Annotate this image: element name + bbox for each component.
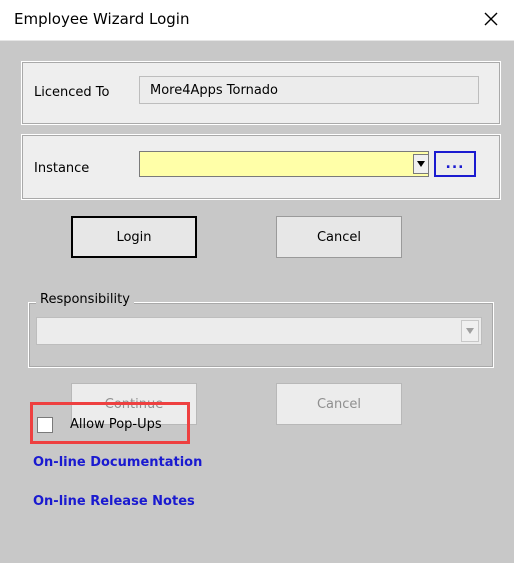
close-icon	[484, 12, 498, 26]
responsibility-legend: Responsibility	[36, 292, 134, 307]
dialog-body: Licenced To More4Apps Tornado Instance .…	[0, 41, 514, 563]
chevron-down-icon	[466, 328, 474, 334]
online-documentation-link[interactable]: On-line Documentation	[33, 455, 202, 470]
window-title: Employee Wizard Login	[14, 10, 190, 28]
allow-popups-checkbox[interactable]	[37, 417, 53, 433]
instance-dropdown-button[interactable]	[413, 154, 429, 174]
instance-panel: Instance ...	[21, 134, 501, 200]
responsibility-dropdown-button	[461, 320, 479, 342]
allow-popups-label[interactable]: Allow Pop-Ups	[70, 417, 162, 432]
instance-combo[interactable]	[139, 151, 429, 177]
license-label: Licenced To	[34, 85, 110, 100]
responsibility-combo	[36, 317, 482, 345]
close-button[interactable]	[476, 4, 506, 34]
instance-browse-button[interactable]: ...	[434, 151, 476, 177]
title-bar: Employee Wizard Login	[0, 0, 514, 41]
cancel-responsibility-button: Cancel	[276, 383, 402, 425]
online-release-notes-link[interactable]: On-line Release Notes	[33, 494, 195, 509]
instance-label: Instance	[34, 161, 90, 176]
cancel-button[interactable]: Cancel	[276, 216, 402, 258]
login-button[interactable]: Login	[71, 216, 197, 258]
license-value: More4Apps Tornado	[139, 76, 479, 104]
chevron-down-icon	[417, 161, 425, 167]
license-panel: Licenced To More4Apps Tornado	[21, 61, 501, 125]
